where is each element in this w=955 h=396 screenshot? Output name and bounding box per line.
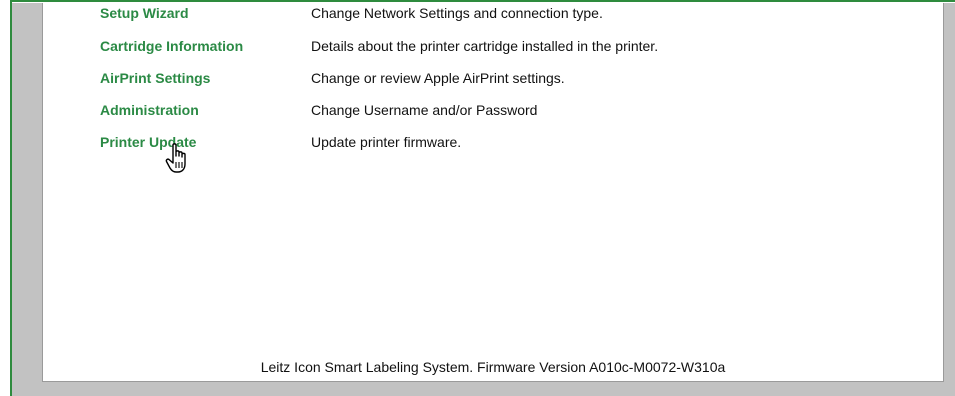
cartridge-information-description: Details about the printer cartridge inst…: [311, 38, 659, 54]
menu-row-airprint-settings: AirPrint Settings Change or review Apple…: [43, 67, 943, 89]
cartridge-information-link[interactable]: Cartridge Information: [100, 35, 243, 57]
setup-wizard-link[interactable]: Setup Wizard: [100, 2, 189, 24]
administration-description: Change Username and/or Password: [311, 102, 538, 118]
airprint-settings-link[interactable]: AirPrint Settings: [100, 67, 210, 89]
administration-link[interactable]: Administration: [100, 99, 199, 121]
setup-wizard-description: Change Network Settings and connection t…: [311, 5, 603, 21]
printer-update-description: Update printer firmware.: [311, 134, 462, 150]
settings-panel: Setup Wizard Change Network Settings and…: [42, 3, 944, 382]
menu-row-cartridge-information: Cartridge Information Details about the …: [43, 35, 943, 57]
hand-pointer-icon: [165, 142, 197, 176]
menu-row-setup-wizard: Setup Wizard Change Network Settings and…: [43, 2, 943, 24]
menu-row-administration: Administration Change Username and/or Pa…: [43, 99, 943, 121]
firmware-footer: Leitz Icon Smart Labeling System. Firmwa…: [260, 359, 726, 375]
airprint-settings-description: Change or review Apple AirPrint settings…: [311, 70, 565, 86]
